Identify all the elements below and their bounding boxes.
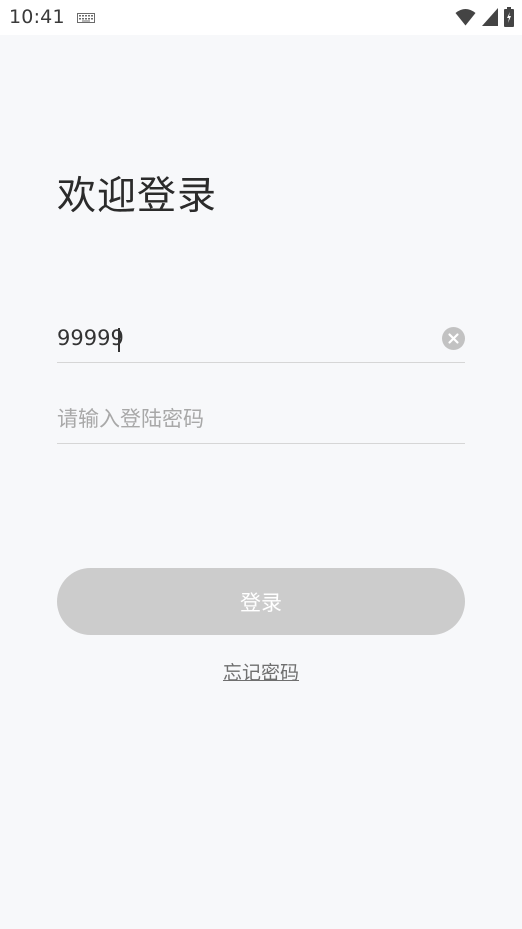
wifi-icon	[455, 9, 476, 26]
login-screen: 欢迎登录 登录 忘记密码	[0, 35, 522, 929]
battery-icon	[504, 7, 514, 27]
status-time: 10:41	[9, 6, 65, 28]
clear-input-icon[interactable]	[442, 327, 465, 350]
keyboard-icon	[77, 13, 95, 23]
login-button[interactable]: 登录	[57, 568, 465, 635]
signal-icon	[482, 8, 498, 26]
phone-input[interactable]	[57, 324, 427, 352]
forgot-password-link[interactable]: 忘记密码	[0, 658, 522, 685]
status-bar: 10:41	[0, 0, 522, 35]
text-caret	[118, 328, 120, 352]
password-field-row	[57, 391, 465, 444]
status-icons	[455, 7, 514, 27]
phone-field-row	[57, 310, 465, 363]
page-title: 欢迎登录	[57, 174, 218, 219]
password-input[interactable]	[57, 405, 427, 433]
